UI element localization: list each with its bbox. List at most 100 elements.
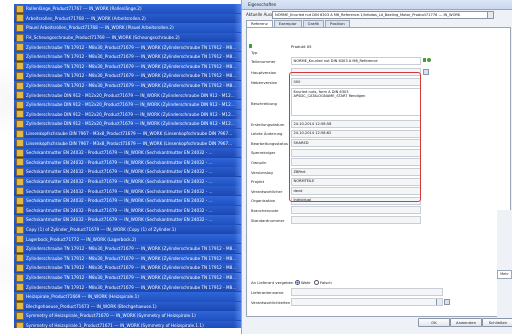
part-icon bbox=[16, 254, 24, 263]
tree-node-label: Sechskantmutter EN 24032 - Product71679 … bbox=[26, 169, 213, 175]
current-selection-combo[interactable]: NORME_Knurled nut DIN 6303 A M6_Referenc… bbox=[272, 11, 494, 19]
radio-falsch-label: Falsch bbox=[320, 279, 332, 285]
part-icon bbox=[16, 244, 24, 253]
part-icon bbox=[16, 81, 24, 90]
field-verantwortlichkeiten: Verantwortlichkeiten bbox=[249, 298, 504, 306]
tree-node-label: Zylinderschraube TN 17912 - M8x30_Produc… bbox=[26, 44, 237, 50]
lock-icon[interactable] bbox=[423, 58, 426, 62]
apply-button[interactable]: Anwenden bbox=[450, 318, 482, 327]
verantwortlichkeiten-combo[interactable] bbox=[291, 298, 443, 306]
radio-wahr[interactable] bbox=[295, 280, 300, 285]
field-label: Lieferantenname bbox=[251, 289, 284, 295]
teilenummer-input[interactable]: NORME_Knurled nut DIN 6303 A M6_Referenc… bbox=[291, 57, 421, 65]
tree-node-label: Zylinderschraube TN 17912 - M8x30_Produc… bbox=[26, 246, 237, 252]
tree-node-label: Blechgehaeuse_Product71673 --- IN_WORK (… bbox=[26, 303, 157, 309]
field-teilenummer: Teilenummer NORME_Knurled nut DIN 6303 A… bbox=[249, 57, 504, 65]
right-side-panel: Mehr bbox=[497, 210, 512, 320]
browse-button[interactable] bbox=[444, 299, 450, 305]
part-icon bbox=[16, 215, 24, 224]
tab-grafik[interactable]: Grafik bbox=[302, 20, 325, 27]
field-typ: Typ Produkt 05 bbox=[249, 43, 504, 55]
part-icon bbox=[16, 321, 24, 328]
ok-button[interactable]: OK bbox=[418, 318, 450, 327]
tree-node-label: Sechskantmutter EN 24032 - Product71679 … bbox=[26, 150, 213, 156]
field-label: Nebenversion bbox=[251, 79, 278, 85]
radio-falsch[interactable] bbox=[314, 280, 320, 285]
field-label: Projekt bbox=[251, 179, 265, 185]
lieferantenname-input[interactable] bbox=[291, 288, 443, 296]
property-row: Standardnummer bbox=[249, 216, 504, 224]
tree-node-label: Zylinderschraube TN 17912 - M8x30_Produc… bbox=[26, 275, 237, 281]
tree-node-label: Arbeitsrollen_Product71768 --- IN_WORK (… bbox=[26, 15, 146, 21]
tree-node-label: Zylinderschraube TN 17912 - M8x30_Produc… bbox=[26, 63, 237, 69]
part-icon bbox=[16, 177, 24, 186]
chevron-down-icon[interactable] bbox=[487, 12, 493, 18]
tree-node-label: Zylinderschraube TN 17912 - M8x30_Produc… bbox=[26, 284, 237, 290]
part-icon bbox=[16, 91, 24, 100]
tree-node-label: Plauel Arbeitsrollen_Product71768 --- IN… bbox=[26, 25, 174, 31]
link-icon[interactable] bbox=[427, 58, 431, 62]
field-label: Hauptversion bbox=[251, 69, 277, 75]
part-icon bbox=[16, 206, 24, 215]
field-value: NORME_Knurled nut DIN 6303 A M6_Referenc… bbox=[293, 58, 378, 63]
chevron-down-icon[interactable] bbox=[436, 299, 442, 305]
dialog-title-bar[interactable]: Eigenschaften bbox=[242, 0, 512, 10]
edit-button[interactable] bbox=[423, 69, 429, 75]
tree-node[interactable]: Symmetry of Heizspirale.1_Product71671 -… bbox=[14, 320, 246, 328]
field-label: Ownplin bbox=[251, 159, 267, 165]
field-label: Organisation bbox=[251, 198, 276, 204]
dialog-title: Eigenschaften bbox=[248, 2, 277, 7]
tab-position[interactable]: Position bbox=[325, 20, 350, 27]
tree-node-label: Sechskantmutter EN 24032 - Product71679 … bbox=[26, 217, 213, 223]
part-icon bbox=[16, 283, 24, 292]
part-icon bbox=[16, 71, 24, 80]
part-icon bbox=[16, 225, 24, 234]
part-icon bbox=[16, 139, 24, 148]
part-icon bbox=[16, 52, 24, 61]
specification-tree[interactable]: Rollenlänge_Product71767 --- IN_WORK (Ro… bbox=[14, 4, 246, 328]
dialog-button-row: OK Anwenden Schließen bbox=[242, 318, 512, 327]
tree-node-label: Zylinderschraube TN 17912 - M8x30_Produc… bbox=[26, 54, 237, 60]
part-icon bbox=[16, 292, 24, 301]
tree-node-label: Zylinderschraube DIN 912 - M12x20_Produc… bbox=[26, 111, 235, 117]
properties-panel: Typ Produkt 05 Teilenummer NORME_Knurled… bbox=[246, 27, 511, 317]
tree-node-label: Lagerbock_Product71772 --- IN_WORK (Lage… bbox=[26, 236, 137, 242]
part-icon bbox=[16, 273, 24, 282]
part-icon bbox=[16, 129, 24, 138]
current-selection-value: NORME_Knurled nut DIN 6303 A M6_Referenc… bbox=[275, 12, 461, 17]
field-label: Verantwortlicher bbox=[251, 188, 283, 194]
tab-exemplar[interactable]: Exemplar bbox=[273, 20, 302, 27]
field-label: An Lieferant vergeben bbox=[251, 279, 294, 285]
close-button[interactable]: Schließen bbox=[482, 318, 512, 327]
part-icon bbox=[16, 158, 24, 167]
field-label: Sperrekniger bbox=[251, 150, 276, 156]
tree-node-label: Linsenkopfschraube DIN 7967 - M3x8_Produ… bbox=[26, 140, 233, 146]
tree-node-label: Zylinderschraube TN 17912 - M8x30_Produc… bbox=[26, 265, 237, 271]
part-icon bbox=[16, 33, 24, 42]
tree-node-label: Zylinderschraube TN 17912 - M8x30_Produc… bbox=[26, 73, 237, 79]
field-label: Typ bbox=[251, 50, 258, 55]
tree-node-label: Zylinderschraube TN 17912 - M8x30_Produc… bbox=[26, 83, 237, 89]
radio-wahr-label: Wahr bbox=[301, 279, 311, 285]
tree-node-label: Zylinderschraube DIN 912 - M12x20_Produc… bbox=[26, 92, 235, 98]
status-icon bbox=[249, 44, 252, 48]
field-label: Beschreibung bbox=[251, 101, 277, 106]
property-row: Branchencode bbox=[249, 206, 504, 215]
part-icon bbox=[16, 311, 24, 320]
tree-node-label: Sechskantmutter EN 24032 - Product71679 … bbox=[26, 207, 213, 213]
part-icon bbox=[16, 167, 24, 176]
part-icon bbox=[16, 302, 24, 311]
tree-node-label: Linsenkopfschraube DIN 7967 - M3x8_Produ… bbox=[26, 131, 233, 137]
part-icon bbox=[16, 4, 24, 13]
more-button[interactable]: Mehr bbox=[497, 270, 512, 279]
tab-bar: Referenz Exemplar Grafik Position bbox=[246, 20, 351, 28]
part-icon bbox=[16, 110, 24, 119]
tree-node-label: Sechskantmutter EN 24032 - Product71679 … bbox=[26, 198, 213, 204]
field-input[interactable] bbox=[291, 206, 421, 215]
field-input[interactable] bbox=[291, 216, 421, 224]
tree-node-label: FH_Scheungsschraube_Product71769 --- IN_… bbox=[26, 35, 180, 41]
tree-node-label: Zylinderschraube DIN 912 - M12x20_Produc… bbox=[26, 102, 235, 108]
part-icon bbox=[16, 196, 24, 205]
field-label: Verantwortlichkeiten bbox=[251, 299, 291, 305]
part-icon bbox=[16, 187, 24, 196]
